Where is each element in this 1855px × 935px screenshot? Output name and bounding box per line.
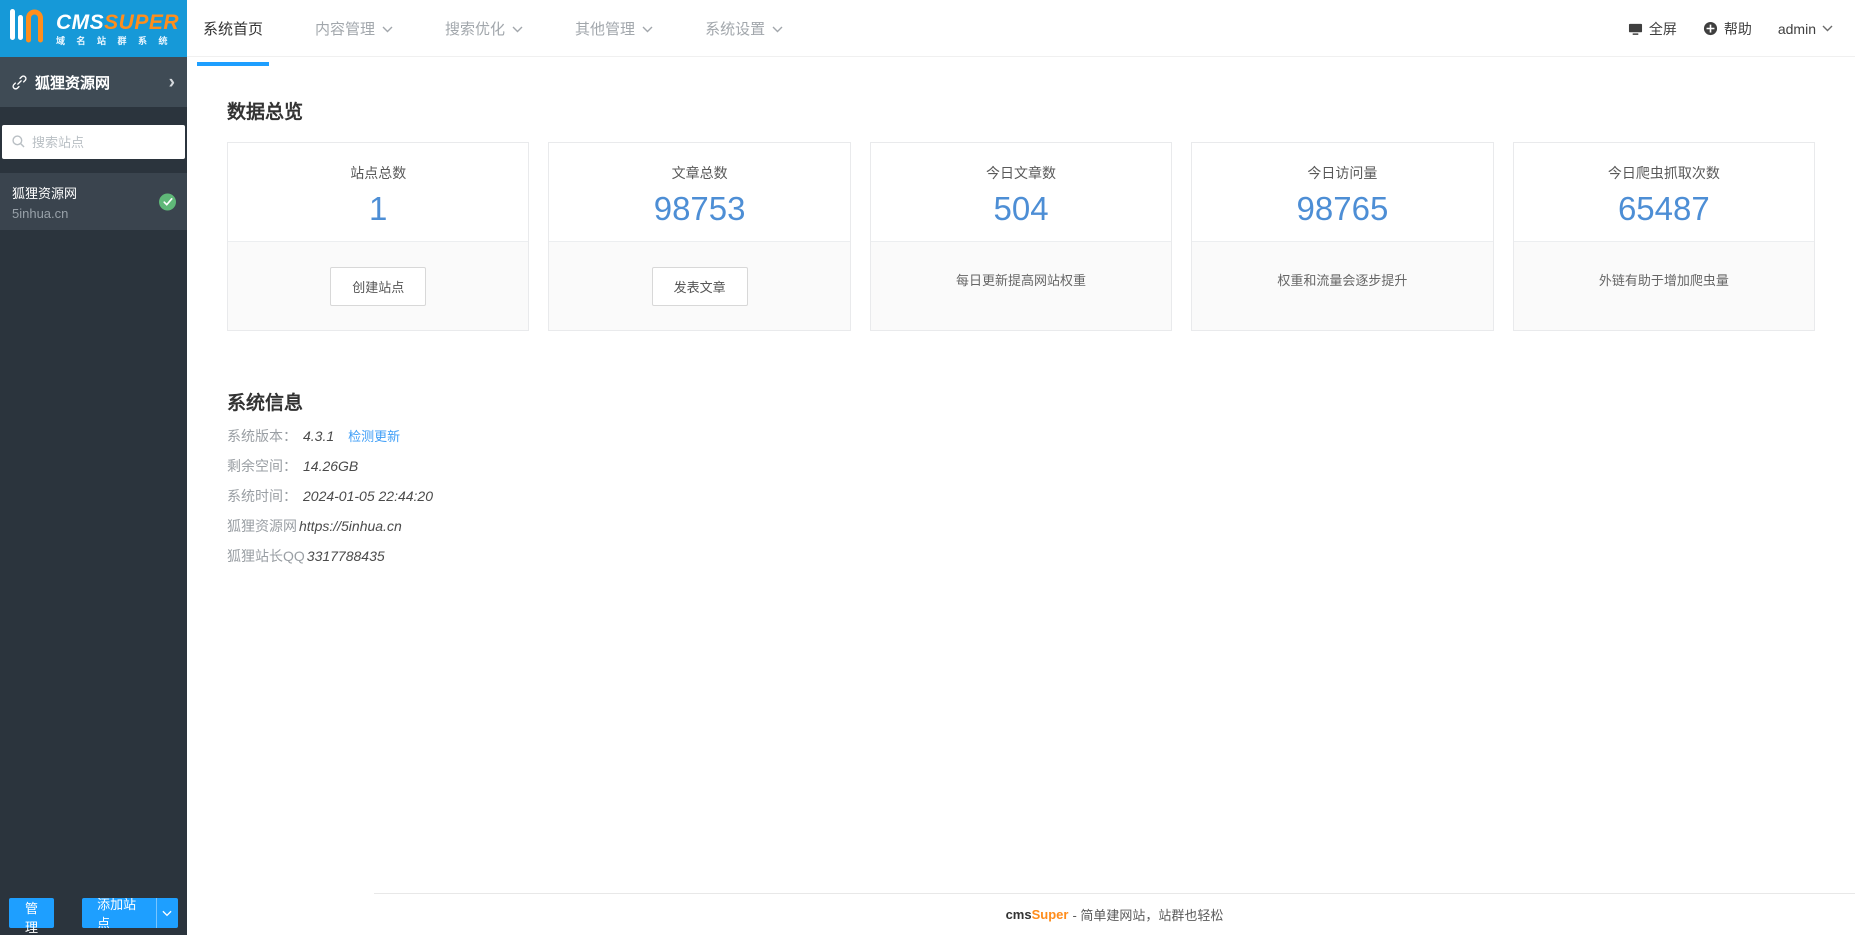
user-menu[interactable]: admin	[1778, 21, 1833, 37]
chevron-down-icon	[1822, 25, 1833, 32]
brand-cms: CMS	[56, 10, 105, 34]
info-value: 2024-01-05 22:44:20	[303, 488, 433, 504]
info-label: 系统时间：	[227, 488, 297, 504]
check-update-link[interactable]: 检测更新	[348, 429, 400, 444]
info-value: 3317788435	[306, 548, 385, 564]
main-content: 数据总览 站点总数 1 创建站点 文章总数 98753 发表文章 今日文章数 5…	[187, 57, 1855, 935]
username: admin	[1777, 20, 1816, 37]
collapse-chevron-icon[interactable]: ›	[169, 73, 175, 92]
info-value: 14.26GB	[303, 458, 359, 474]
help-label: 帮助	[1723, 20, 1752, 37]
header-right-actions: 全屏 帮助 admin	[1628, 0, 1833, 57]
add-site-split-button: 添加站点	[82, 898, 178, 928]
site-search	[0, 107, 187, 159]
manage-button[interactable]: 管理	[9, 898, 55, 935]
logo-bars-icon	[9, 7, 49, 50]
sidebar-bottom-actions: 管理 添加站点	[9, 898, 178, 935]
info-row-qq: 狐狸站长QQ 3317788435	[227, 548, 1855, 565]
stat-value: 1	[369, 190, 388, 227]
chevron-down-icon	[512, 26, 523, 33]
stat-title: 今日访问量	[1307, 165, 1378, 181]
stat-cards: 站点总数 1 创建站点 文章总数 98753 发表文章 今日文章数 504 每日…	[227, 142, 1816, 331]
tab-system-settings[interactable]: 系统设置	[689, 0, 799, 57]
stat-title: 文章总数	[671, 165, 728, 181]
monitor-icon	[1628, 23, 1642, 35]
chevron-down-icon	[642, 26, 653, 33]
tab-content-label: 内容管理	[315, 21, 376, 38]
tab-content-management[interactable]: 内容管理	[299, 0, 409, 57]
stat-title: 站点总数	[350, 165, 407, 181]
stat-card-today-visits: 今日访问量 98765 权重和流量会逐步提升	[1191, 142, 1494, 331]
help-icon	[1703, 21, 1717, 36]
info-row-time: 系统时间： 2024-01-05 22:44:20	[227, 488, 1855, 505]
tab-seo[interactable]: 搜索优化	[429, 0, 539, 57]
main-nav-tabs: 系统首页 内容管理 搜索优化 其他管理 系统设置	[187, 0, 819, 66]
stat-note: 外链有助于增加爬虫量	[1598, 272, 1729, 288]
system-info-section: 系统信息 系统版本： 4.3.1 检测更新 剩余空间： 14.26GB 系统时间： 20…	[227, 388, 1855, 565]
chevron-down-icon	[382, 26, 393, 33]
cms-admin-dashboard: CMSSUPER 域 名 站 群 系 统 系统首页 内容管理 搜索优化 其他管理	[0, 0, 1855, 935]
tab-other-label: 其他管理	[575, 21, 636, 38]
chevron-down-icon	[772, 26, 783, 33]
footer-brand-super: Super	[1031, 907, 1069, 922]
stat-title: 今日文章数	[986, 165, 1057, 181]
info-label: 狐狸站长QQ	[227, 548, 305, 564]
info-row-space: 剩余空间： 14.26GB	[227, 458, 1855, 475]
site-status-check-icon	[159, 193, 176, 210]
info-label: 狐狸资源网	[227, 518, 297, 534]
tab-home-label: 系统首页	[203, 21, 264, 38]
fullscreen-label: 全屏	[1648, 20, 1677, 37]
create-site-button[interactable]: 创建站点	[330, 266, 427, 306]
sidebar-site-title: 狐狸资源网	[35, 74, 111, 92]
footer-tagline: - 简单建网站，站群也轻松	[1072, 908, 1224, 923]
stat-value: 98765	[1296, 190, 1389, 227]
chevron-down-icon	[162, 910, 173, 916]
info-label: 剩余空间：	[227, 458, 297, 474]
stat-card-articles: 文章总数 98753 发表文章	[548, 142, 851, 331]
info-row-version: 系统版本： 4.3.1 检测更新	[227, 428, 1855, 445]
info-row-site-url: 狐狸资源网 https://5inhua.cn	[227, 518, 1855, 535]
help-button[interactable]: 帮助	[1703, 19, 1752, 39]
tab-settings-label: 系统设置	[705, 21, 766, 38]
add-site-button[interactable]: 添加站点	[82, 898, 156, 928]
overview-title: 数据总览	[227, 102, 304, 123]
app-logo[interactable]: CMSSUPER 域 名 站 群 系 统	[0, 0, 187, 57]
tab-other-management[interactable]: 其他管理	[559, 0, 669, 57]
stat-title: 今日爬虫抓取次数	[1607, 165, 1720, 181]
add-site-dropdown-toggle[interactable]	[155, 898, 178, 928]
stat-value: 65487	[1617, 190, 1710, 227]
sidebar: 狐狸资源网 › 狐狸资源网 5inhua.cn 管理 添加站点	[0, 57, 187, 935]
brand-super: SUPER	[104, 10, 180, 34]
publish-article-button[interactable]: 发表文章	[651, 266, 748, 306]
stat-card-sites: 站点总数 1 创建站点	[227, 142, 530, 331]
footer: cmsSuper - 简单建网站，站群也轻松	[374, 893, 1855, 935]
site-list-item[interactable]: 狐狸资源网 5inhua.cn	[0, 173, 187, 230]
link-icon	[12, 75, 27, 89]
tab-home[interactable]: 系统首页	[187, 0, 279, 66]
info-label: 系统版本：	[227, 428, 297, 444]
search-input[interactable]	[2, 125, 185, 159]
brand-subtitle: 域 名 站 群 系 统	[56, 35, 173, 46]
stat-note: 每日更新提高网站权重	[956, 272, 1087, 288]
stat-value: 504	[993, 190, 1049, 227]
tab-seo-label: 搜索优化	[445, 21, 506, 38]
search-icon	[12, 135, 25, 148]
info-value: 4.3.1	[303, 428, 335, 444]
stat-card-today-crawls: 今日爬虫抓取次数 65487 外链有助于增加爬虫量	[1512, 142, 1816, 331]
sidebar-site-header[interactable]: 狐狸资源网 ›	[0, 57, 187, 107]
stat-note: 权重和流量会逐步提升	[1277, 272, 1408, 288]
stat-value: 98753	[653, 190, 746, 227]
fullscreen-button[interactable]: 全屏	[1628, 19, 1677, 39]
site-domain: 5inhua.cn	[12, 206, 69, 221]
system-info-title: 系统信息	[227, 393, 304, 414]
top-header: CMSSUPER 域 名 站 群 系 统 系统首页 内容管理 搜索优化 其他管理	[0, 0, 1855, 66]
logo-text: CMSSUPER 域 名 站 群 系 统	[56, 12, 179, 46]
site-name: 狐狸资源网	[12, 186, 78, 201]
footer-brand-cms: cms	[1005, 907, 1032, 922]
info-value: https://5inhua.cn	[299, 518, 402, 534]
stat-card-today-articles: 今日文章数 504 每日更新提高网站权重	[869, 142, 1173, 331]
